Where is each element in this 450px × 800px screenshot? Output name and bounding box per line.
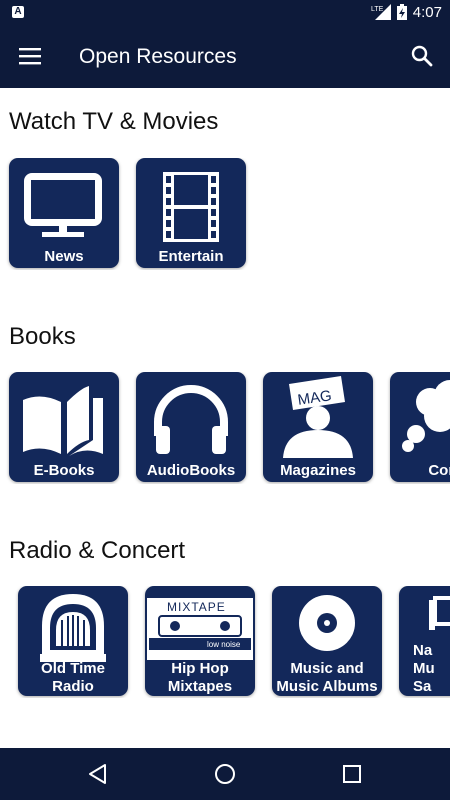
- tile-old-time-radio[interactable]: Old Time Radio: [18, 586, 128, 696]
- hamburger-menu-icon[interactable]: [18, 44, 42, 68]
- tile-label-line1: Hip Hop: [171, 660, 229, 677]
- tile-label-line2: Mu: [413, 660, 435, 677]
- tile-label: Magazines: [280, 462, 356, 479]
- system-nav-bar: [0, 748, 450, 800]
- tile-national-music[interactable]: Na Mu Sa: [399, 586, 450, 696]
- tile-label: Entertain: [158, 248, 224, 265]
- section-title-radio-concert: Radio & Concert: [9, 537, 186, 564]
- svg-text:MAG: MAG: [297, 387, 333, 409]
- tile-e-books[interactable]: E-Books: [9, 372, 119, 482]
- tile-music-albums[interactable]: Music and Music Albums: [272, 586, 382, 696]
- tile-label-line1: Old Time: [41, 660, 105, 677]
- tile-entertain[interactable]: Entertain: [136, 158, 246, 268]
- svg-text:low noise: low noise: [207, 640, 241, 649]
- status-time: 4:07: [412, 3, 442, 21]
- tile-audiobooks[interactable]: AudioBooks: [136, 372, 246, 482]
- tile-label: E-Books: [33, 462, 95, 479]
- svg-text:MIXTAPE: MIXTAPE: [167, 600, 226, 614]
- tile-label-line1: Music and: [290, 660, 364, 677]
- a-icon: A: [12, 6, 24, 18]
- lte-signal-icon: LTE: [371, 4, 391, 20]
- tile-label-line2: Music Albums: [276, 678, 378, 695]
- status-bar: A LTE 4:07: [0, 0, 450, 24]
- svg-text:LTE: LTE: [371, 6, 384, 13]
- tile-magazines[interactable]: MAG Magazines: [263, 372, 373, 482]
- tile-hip-hop-mixtapes[interactable]: MIXTAPE low noise Hip Hop Mixtapes: [145, 586, 255, 696]
- recents-square-icon[interactable]: [340, 762, 364, 786]
- tile-label-line2: Mixtapes: [167, 678, 233, 695]
- tile-label-line3: Sa: [413, 678, 432, 695]
- tile-label-line2: Radio: [52, 678, 94, 695]
- tile-row-watch-tv: News Entertain: [0, 158, 450, 270]
- tile-label: News: [44, 248, 84, 265]
- section-title-watch-tv: Watch TV & Movies: [9, 108, 219, 135]
- app-title: Open Resources: [79, 45, 237, 68]
- tile-row-books: E-Books AudioBooks MAG Magazines Com: [0, 372, 450, 484]
- tile-row-radio-concert: Old Time Radio MIXTAPE low noise Hip Hop…: [0, 586, 450, 698]
- tile-label: AudioBooks: [146, 462, 236, 479]
- tile-news[interactable]: News: [9, 158, 119, 268]
- tile-label-line1: Na: [413, 642, 433, 659]
- tile-label: Com: [428, 462, 450, 479]
- search-icon[interactable]: [410, 44, 434, 68]
- back-triangle-icon[interactable]: [86, 762, 110, 786]
- tile-comics[interactable]: Com: [390, 372, 450, 482]
- app-bar: Open Resources: [0, 24, 450, 88]
- home-circle-icon[interactable]: [213, 762, 237, 786]
- battery-charging-icon: [396, 4, 407, 20]
- status-indicators: LTE 4:07: [371, 3, 442, 21]
- section-title-books: Books: [9, 323, 76, 350]
